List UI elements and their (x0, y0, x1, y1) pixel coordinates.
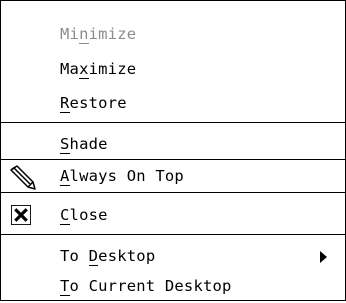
menu-item-label: Minimize (60, 25, 137, 44)
menu-item-label: Shade (60, 135, 108, 154)
close-box-icon (11, 205, 31, 225)
menu-item-always-on-top[interactable]: Always On Top (1, 159, 345, 193)
menu-item-label: Restore (60, 94, 127, 113)
menu-item-label: To Desktop (60, 247, 156, 266)
menu-separator (1, 234, 345, 235)
menu-item-label: Close (60, 206, 108, 225)
menu-item-label: Always On Top (60, 167, 184, 186)
menu-item-minimize[interactable]: Minimize (1, 17, 345, 51)
window-menu: Minimize Maximize Restore Shade Always O… (0, 0, 346, 301)
menu-item-close[interactable]: Close (1, 198, 345, 232)
menu-item-label: Maximize (60, 60, 137, 79)
menu-separator (1, 122, 345, 123)
submenu-arrow-icon (320, 251, 327, 263)
menu-item-maximize[interactable]: Maximize (1, 52, 345, 86)
menu-item-shade[interactable]: Shade (1, 127, 345, 161)
pencil-icon (10, 165, 36, 190)
menu-item-label: To Current Desktop (60, 277, 232, 296)
menu-item-restore[interactable]: Restore (1, 86, 345, 120)
menu-item-to-current-desktop[interactable]: To Current Desktop (1, 269, 345, 303)
menu-item-to-desktop[interactable]: To Desktop (1, 239, 345, 273)
